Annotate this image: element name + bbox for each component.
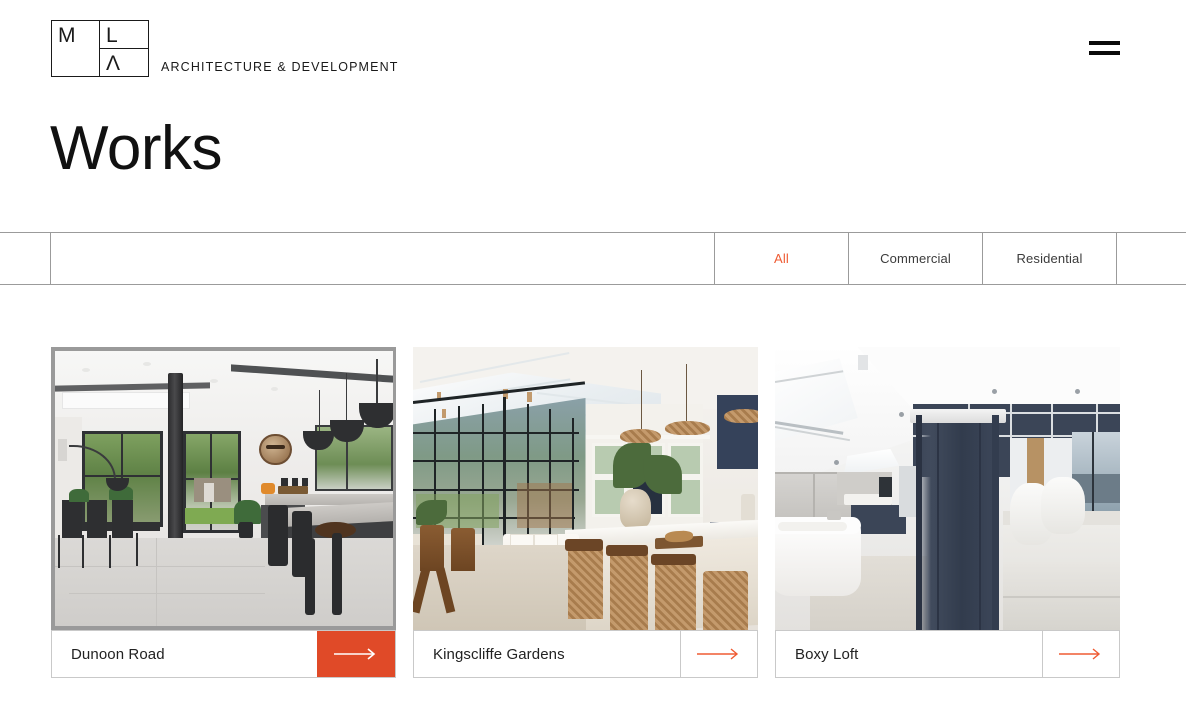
arrow-right-icon — [334, 648, 376, 660]
work-card-footer-kingscliffe-gardens: Kingscliffe Gardens — [413, 630, 758, 678]
photo-garden-room — [413, 347, 758, 630]
filter-tab-commercial[interactable]: Commercial — [849, 233, 983, 284]
arrow-right-icon — [697, 648, 739, 660]
works-filter-bar: All Commercial Residential — [0, 232, 1186, 285]
hamburger-bar-bottom — [1089, 51, 1120, 55]
work-arrow-button-dunoon-road[interactable] — [317, 631, 395, 677]
arrow-right-icon — [1059, 648, 1101, 660]
brand-logo-link[interactable]: M L Λ ARCHITECTURE & DEVELOPMENT — [51, 20, 399, 77]
work-card-boxy-loft[interactable]: Boxy Loft — [775, 347, 1120, 678]
logo-cell-a: Λ — [100, 49, 148, 76]
hamburger-bar-top — [1089, 41, 1120, 45]
page-title: Works — [50, 114, 223, 183]
photo-loft-conversion — [775, 347, 1120, 630]
mla-monogram-logo: M L Λ — [51, 20, 149, 77]
filter-bar-left-gutter — [0, 233, 51, 284]
work-title-boxy-loft: Boxy Loft — [795, 645, 859, 663]
logo-cell-m: M — [52, 21, 100, 76]
logo-right-column: L Λ — [100, 21, 148, 76]
filter-bar-right-gutter — [1117, 233, 1186, 284]
brand-tagline: ARCHITECTURE & DEVELOPMENT — [161, 60, 399, 74]
logo-letter-l: L — [106, 24, 118, 47]
work-title-dunoon-road: Dunoon Road — [71, 645, 165, 663]
work-card-dunoon-road[interactable]: Dunoon Road — [51, 347, 396, 678]
works-page: M L Λ ARCHITECTURE & DEVELOPMENT Works A… — [0, 0, 1186, 725]
work-arrow-button-boxy-loft[interactable] — [1042, 631, 1119, 677]
work-thumbnail-dunoon-road[interactable] — [51, 347, 396, 630]
site-header: M L Λ ARCHITECTURE & DEVELOPMENT — [0, 0, 1186, 110]
work-thumbnail-boxy-loft[interactable] — [775, 347, 1120, 630]
filter-tab-residential[interactable]: Residential — [983, 233, 1117, 284]
work-card-kingscliffe-gardens[interactable]: Kingscliffe Gardens — [413, 347, 758, 678]
logo-cell-l: L — [100, 21, 148, 49]
work-card-footer-dunoon-road: Dunoon Road — [51, 630, 396, 678]
work-card-footer-boxy-loft: Boxy Loft — [775, 630, 1120, 678]
filter-tab-all[interactable]: All — [715, 233, 849, 284]
work-title-kingscliffe-gardens: Kingscliffe Gardens — [433, 645, 565, 663]
hamburger-menu-icon[interactable] — [1089, 41, 1120, 55]
works-grid: Dunoon Road Kingscliffe Gardens Boxy Lof… — [51, 347, 1120, 678]
logo-letter-a: Λ — [106, 52, 121, 75]
work-thumbnail-kingscliffe-gardens[interactable] — [413, 347, 758, 630]
logo-letter-m: M — [58, 24, 76, 47]
filter-bar-spacer — [51, 233, 715, 284]
photo-kitchen-extension — [55, 351, 393, 626]
work-arrow-button-kingscliffe-gardens[interactable] — [680, 631, 757, 677]
